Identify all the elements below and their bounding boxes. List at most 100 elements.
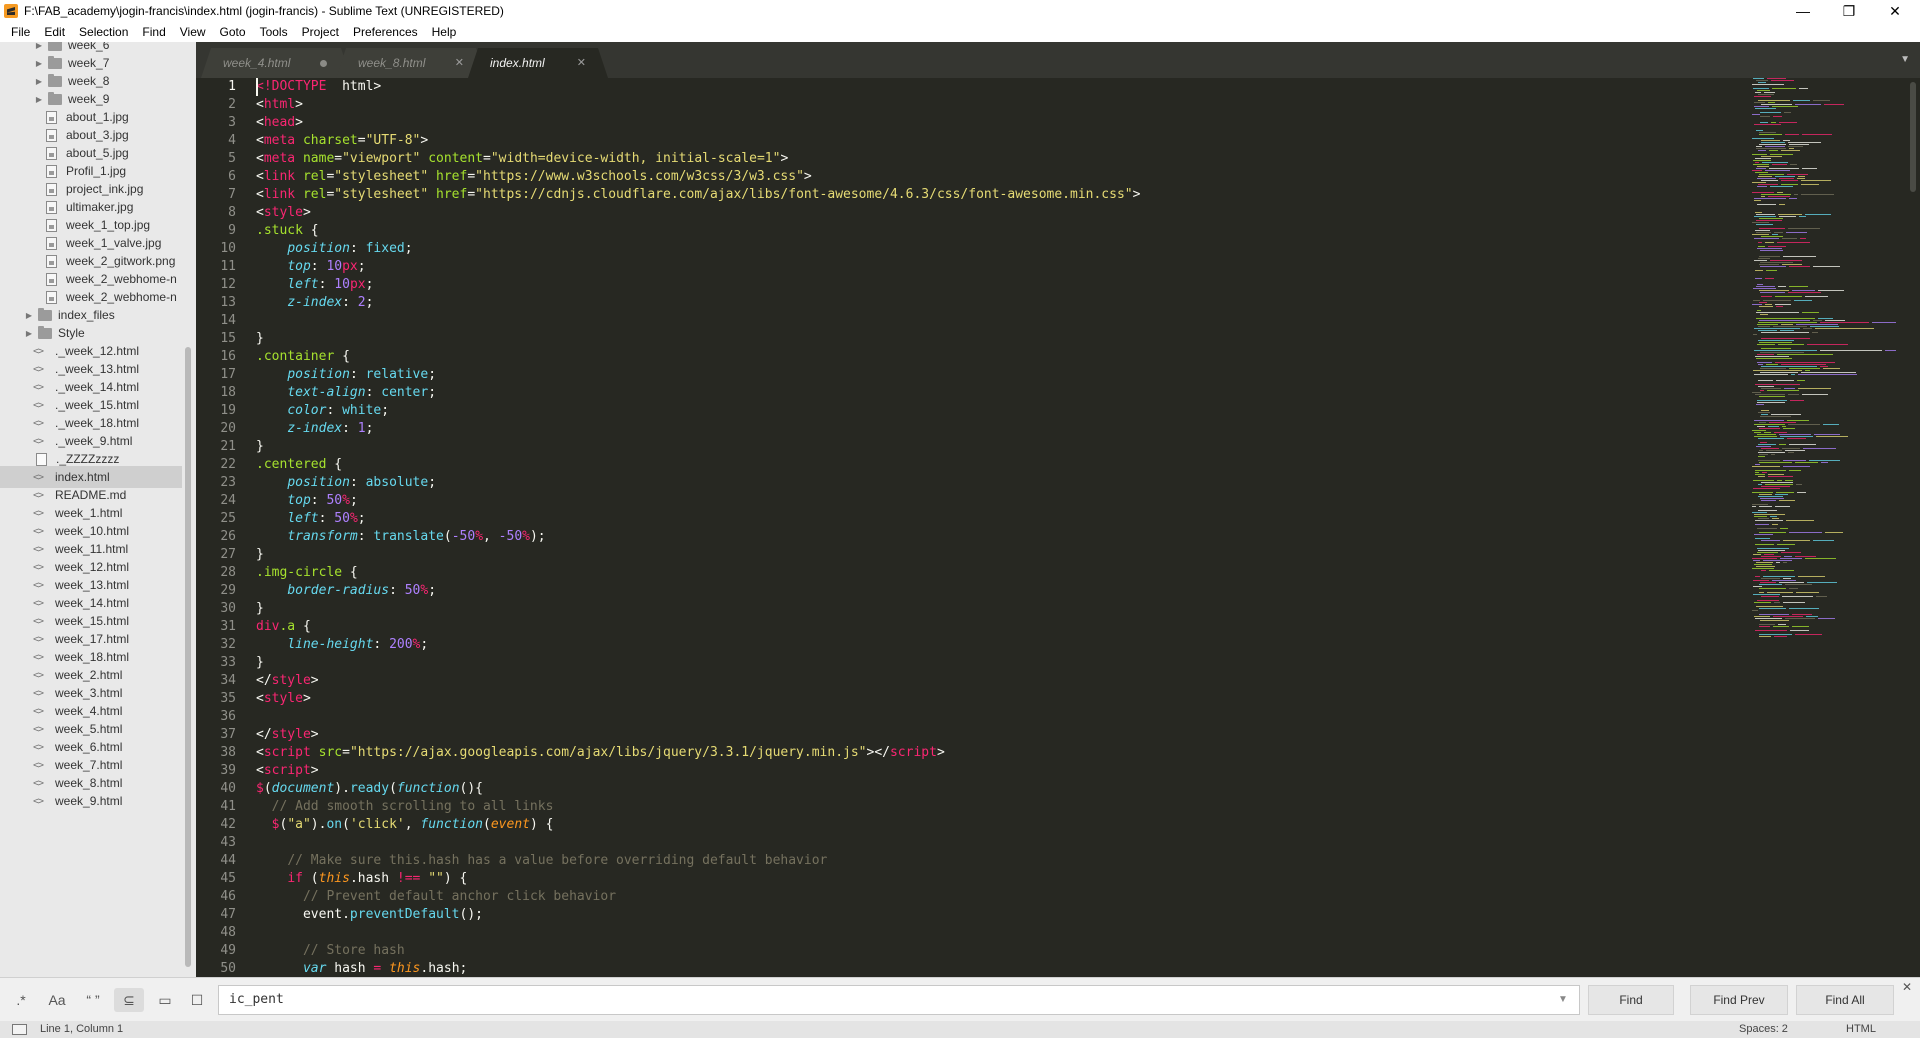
- close-find-panel-icon[interactable]: ✕: [1902, 980, 1912, 994]
- menu-goto[interactable]: Goto: [213, 22, 253, 42]
- image-file-icon: [46, 128, 57, 142]
- regex-toggle-icon[interactable]: .*: [6, 988, 36, 1012]
- maximize-button[interactable]: ❐: [1826, 0, 1872, 22]
- minimap-line: [1773, 616, 1803, 617]
- find-prev-button[interactable]: Find Prev: [1690, 985, 1788, 1015]
- find-all-button[interactable]: Find All: [1796, 985, 1894, 1015]
- case-toggle-icon[interactable]: Aa: [42, 988, 72, 1012]
- minimap-line: [1787, 174, 1808, 175]
- minimap-line: [1758, 484, 1762, 485]
- menu-project[interactable]: Project: [295, 22, 346, 42]
- minimap-line: [1760, 498, 1784, 499]
- syntax-selector[interactable]: HTML: [1846, 1023, 1876, 1035]
- close-tab-icon[interactable]: ✕: [577, 56, 586, 69]
- expand-arrow-icon[interactable]: ▶: [34, 77, 44, 86]
- wrap-toggle-icon[interactable]: ⊆: [114, 988, 144, 1012]
- menu-edit[interactable]: Edit: [37, 22, 72, 42]
- code-token: script: [263, 763, 311, 778]
- highlight-toggle-icon[interactable]: ☐: [182, 988, 212, 1012]
- minimap-line: [1761, 236, 1783, 237]
- code-line: position: relative;: [256, 366, 436, 384]
- line-number: 14: [220, 313, 236, 328]
- editor-scrollbar-thumb[interactable]: [1910, 82, 1916, 192]
- minimap-line: [1758, 82, 1766, 83]
- minimap-line: [1764, 432, 1771, 433]
- find-history-dropdown-icon[interactable]: ▼: [1558, 994, 1568, 1005]
- code-file-icon: <>: [33, 705, 44, 717]
- minimap-line: [1759, 264, 1779, 265]
- expand-arrow-icon[interactable]: ▶: [34, 95, 44, 104]
- menu-view[interactable]: View: [173, 22, 213, 42]
- line-number: 4: [228, 133, 236, 148]
- code-token: relative: [365, 367, 429, 382]
- code-line: }: [256, 438, 264, 456]
- minimap-line: [1765, 304, 1772, 305]
- minimap-line: [1753, 554, 1761, 555]
- minimap-line: [1814, 434, 1840, 435]
- expand-arrow-icon[interactable]: ▶: [34, 42, 44, 50]
- code-token: 10: [334, 277, 350, 292]
- minimap-line: [1775, 506, 1790, 507]
- code-token: ,: [483, 529, 499, 544]
- editor-scrollbar[interactable]: [1906, 78, 1920, 977]
- menu-file[interactable]: File: [4, 22, 37, 42]
- whole-word-toggle-icon[interactable]: “ ”: [78, 988, 108, 1012]
- menu-help[interactable]: Help: [425, 22, 464, 42]
- tab-index-html[interactable]: index.html ✕: [468, 48, 608, 78]
- close-tab-icon[interactable]: ✕: [455, 56, 464, 69]
- find-input[interactable]: ic_pent: [218, 985, 1580, 1015]
- find-button[interactable]: Find: [1588, 985, 1674, 1015]
- menu-find[interactable]: Find: [135, 22, 172, 42]
- menu-preferences[interactable]: Preferences: [346, 22, 425, 42]
- code-editor[interactable]: 1 2 3 4 5 6 7 8 9 10 11 12 13 14 15 16 17 18 19 20 21 22 23 24 2…: [196, 78, 1746, 977]
- menu-tools[interactable]: Tools: [253, 22, 295, 42]
- minimap-line: [1757, 548, 1789, 549]
- code-line: border-radius: 50%;: [256, 582, 436, 600]
- menu-selection[interactable]: Selection: [72, 22, 135, 42]
- code-line: }: [256, 600, 264, 618]
- minimap-line: [1752, 304, 1762, 305]
- indentation-setting[interactable]: Spaces: 2: [1739, 1023, 1788, 1035]
- minimap-line: [1757, 90, 1770, 91]
- minimap-line: [1770, 186, 1793, 187]
- minimap-line: [1758, 438, 1784, 439]
- minimap-line: [1759, 256, 1780, 257]
- code-file-icon: <>: [33, 381, 44, 393]
- minimap-line: [1752, 114, 1760, 115]
- sidebar-item[interactable]: <> week_9.html: [0, 790, 182, 812]
- sidebar-item-label: ._week_12.html: [55, 344, 140, 358]
- code-token: z-index: [287, 295, 343, 310]
- code-file-icon: <>: [33, 579, 44, 591]
- code-token: :: [326, 403, 343, 418]
- console-toggle-icon[interactable]: [12, 1024, 27, 1035]
- minimize-button[interactable]: —: [1780, 0, 1826, 22]
- expand-arrow-icon[interactable]: ▶: [24, 311, 34, 320]
- code-line: }: [256, 654, 264, 672]
- minimap-line: [1795, 634, 1822, 635]
- unsaved-dot-icon[interactable]: [320, 60, 327, 67]
- code-token: "stylesheet": [334, 187, 429, 202]
- expand-arrow-icon[interactable]: ▶: [34, 59, 44, 68]
- minimap-line: [1773, 116, 1782, 117]
- line-number: 36: [220, 709, 236, 724]
- tab-week-8-html[interactable]: week_8.html ✕: [336, 48, 486, 78]
- minimap-line: [1759, 588, 1786, 589]
- minimap[interactable]: [1746, 78, 1906, 977]
- code-token: var: [302, 961, 327, 976]
- tab-week-4-html[interactable]: week_4.html: [201, 48, 351, 78]
- sidebar-scrollbar[interactable]: [185, 347, 191, 967]
- close-button[interactable]: ✕: [1872, 0, 1918, 22]
- code-token: charset: [295, 133, 358, 148]
- minimap-line: [1774, 636, 1787, 637]
- tab-overflow-icon[interactable]: ▼: [1900, 54, 1910, 65]
- code-line: <html>: [256, 96, 303, 114]
- minimap-line: [1772, 518, 1779, 519]
- minimap-line: [1753, 580, 1769, 581]
- expand-arrow-icon[interactable]: ▶: [24, 329, 34, 338]
- code-line: position: fixed;: [256, 240, 412, 258]
- code-token: >: [295, 97, 303, 112]
- in-selection-toggle-icon[interactable]: ▭: [150, 988, 180, 1012]
